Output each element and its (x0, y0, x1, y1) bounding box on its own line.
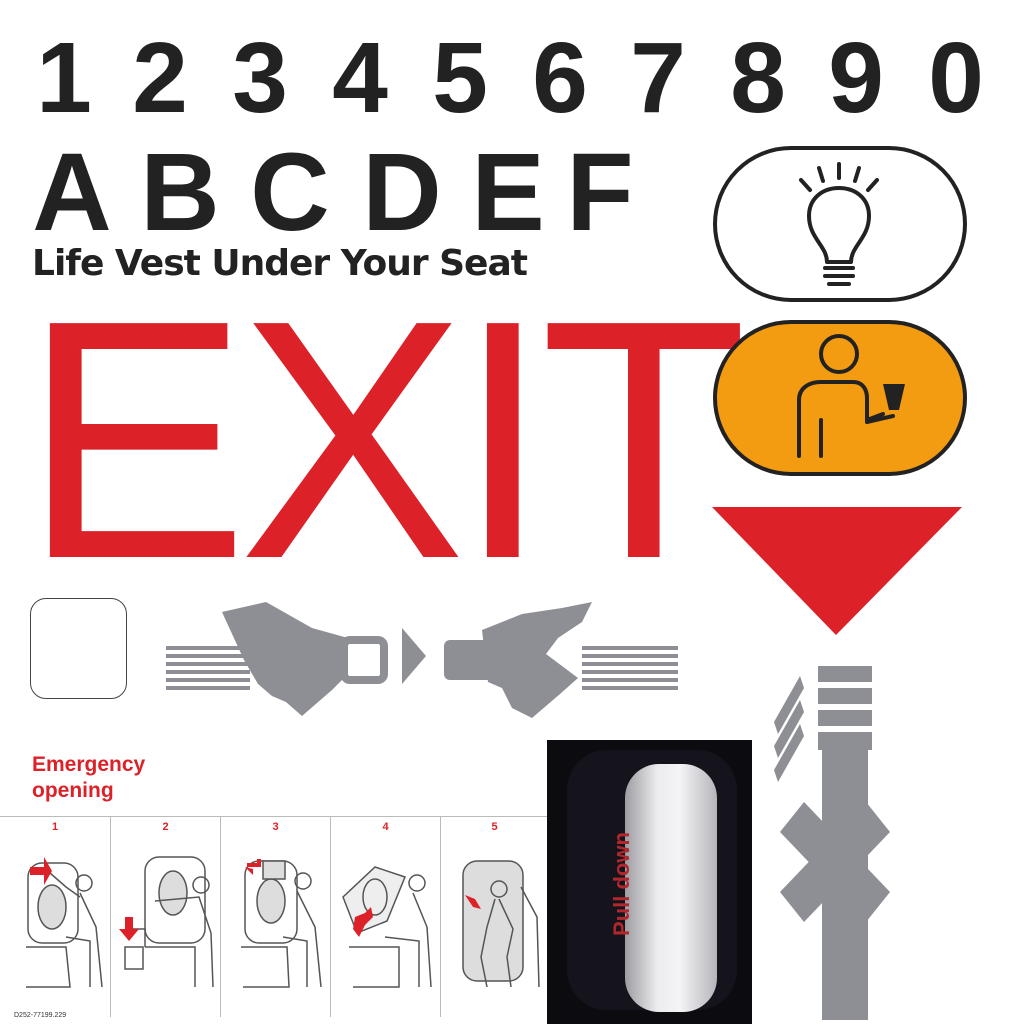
blank-placard (30, 598, 127, 699)
pull-down-handle[interactable] (625, 764, 717, 1012)
seatbelt-buckle-icon (166, 602, 678, 718)
emergency-title-line1: Emergency (32, 753, 146, 776)
instruction-step: 4 (330, 817, 440, 1017)
letter-b: B (140, 131, 220, 254)
digit-2: 2 (132, 22, 188, 134)
step-number: 3 (272, 821, 279, 833)
digit-0: 0 (928, 22, 984, 134)
step-illustration (342, 866, 432, 988)
digit-9: 9 (828, 22, 884, 134)
instruction-step: 1 (0, 817, 110, 1017)
reading-light-button[interactable] (713, 146, 967, 302)
step-number: 5 (491, 821, 498, 833)
emergency-title-line2: opening (32, 779, 114, 802)
step-number: 1 (51, 821, 59, 833)
digit-3: 3 (232, 22, 288, 134)
letter-c: C (250, 131, 330, 254)
down-arrow-icon (712, 507, 962, 635)
letter-d: D (362, 131, 442, 254)
letter-e: E (471, 131, 545, 254)
step-illustration (241, 859, 322, 988)
digit-5: 5 (432, 22, 488, 134)
step-illustration (26, 857, 103, 988)
letter-f: F (566, 131, 634, 254)
instruction-step: 3 (220, 817, 330, 1017)
instruction-step: 5 (440, 817, 548, 1017)
pull-down-label: Pull down (609, 832, 634, 936)
letter-a: A (32, 131, 112, 254)
seatbelt-strap-icon (774, 666, 890, 1020)
exit-sign: EXIT (22, 250, 748, 630)
digit-1: 1 (36, 22, 92, 134)
digit-6: 6 (532, 22, 588, 134)
step-number: 2 (162, 821, 169, 833)
digit-8: 8 (730, 22, 786, 134)
pull-down-handle-photo (547, 740, 752, 1024)
reading-light-icon (799, 162, 879, 286)
instruction-step: 2 (110, 817, 220, 1017)
attendant-call-icon (797, 334, 905, 458)
digit-4: 4 (332, 22, 388, 134)
step-illustration (119, 856, 214, 988)
step-illustration (462, 860, 540, 988)
document-code: D252-77199.229 (14, 1012, 67, 1019)
emergency-opening-title: Emergency opening (32, 752, 145, 804)
attendant-call-button[interactable] (713, 320, 967, 476)
step-number: 4 (382, 821, 389, 833)
digit-7: 7 (630, 22, 686, 134)
